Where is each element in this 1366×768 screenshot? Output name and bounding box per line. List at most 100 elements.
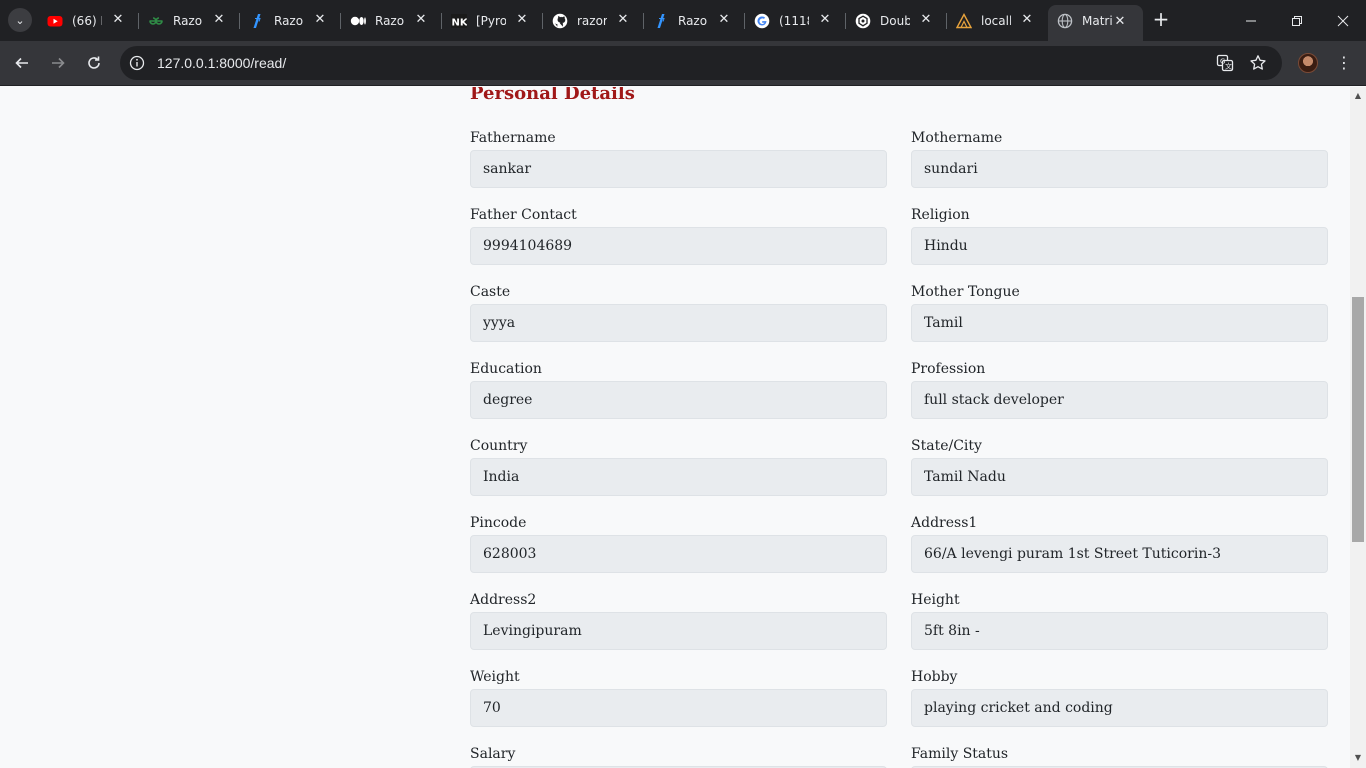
restore-button[interactable] <box>1274 0 1320 41</box>
reload-button[interactable] <box>80 49 108 77</box>
browser-tab[interactable]: Razor ✕ <box>341 5 442 36</box>
field-input[interactable] <box>911 612 1328 650</box>
url-text[interactable]: 127.0.0.1:8000/read/ <box>157 55 286 71</box>
field-label: Father Contact <box>470 207 577 223</box>
youtube-icon <box>47 13 63 29</box>
browser-tab[interactable]: razorp ✕ <box>543 5 644 36</box>
tab-close-icon[interactable]: ✕ <box>414 13 428 27</box>
form-field: Pincode <box>470 513 887 573</box>
scroll-up-arrow-icon[interactable]: ▲ <box>1350 89 1366 103</box>
tab-title: Razor <box>173 13 203 28</box>
form-field: Hobby <box>911 667 1328 727</box>
field-input[interactable] <box>470 381 887 419</box>
field-label: Country <box>470 438 528 454</box>
form-field: Mothername <box>911 128 1328 188</box>
form-field: Address1 <box>911 513 1328 573</box>
field-input[interactable] <box>911 381 1328 419</box>
field-input[interactable] <box>470 227 887 265</box>
field-input[interactable] <box>911 304 1328 342</box>
form-field: Height <box>911 590 1328 650</box>
forward-button[interactable] <box>44 49 72 77</box>
form-field: Country <box>470 436 887 496</box>
form-field: Religion <box>911 205 1328 265</box>
browser-tab[interactable]: Razor ✕ <box>240 5 341 36</box>
browser-tab[interactable]: Razor ✕ <box>644 5 745 36</box>
field-input[interactable] <box>911 689 1328 727</box>
tab-title: [Pyro] <box>476 13 506 28</box>
tab-search-chevron-icon[interactable]: ⌄ <box>8 8 32 32</box>
browser-tab[interactable]: Doub ✕ <box>846 5 947 36</box>
field-label: Caste <box>470 284 511 300</box>
tab-title: Razor <box>274 13 304 28</box>
site-info-icon[interactable] <box>129 55 145 71</box>
page-viewport: Personal Details Fathername Mothername Fat… <box>0 87 1350 768</box>
tab-close-icon[interactable]: ✕ <box>616 13 630 27</box>
field-label: Education <box>470 361 542 377</box>
field-label: Mothername <box>911 130 1003 146</box>
tab-title: locall <box>981 13 1011 28</box>
scrollbar-thumb[interactable] <box>1352 296 1364 542</box>
field-input[interactable] <box>470 689 887 727</box>
tab-title: Matri <box>1082 13 1112 28</box>
field-label: Address2 <box>470 592 537 608</box>
back-button[interactable] <box>8 49 36 77</box>
browser-tab[interactable]: (1118 ✕ <box>745 5 846 36</box>
field-label: Profession <box>911 361 986 377</box>
tab-strip: ⌄ (66) D✕Razor✕Razor✕Razor✕NK[Pyro]✕razo… <box>0 0 1366 41</box>
new-tab-button[interactable]: + <box>1150 9 1172 31</box>
field-input[interactable] <box>470 458 887 496</box>
field-input[interactable] <box>470 150 887 188</box>
browser-tab[interactable]: Matri ✕ <box>1048 5 1143 41</box>
browser-tab[interactable]: (66) D ✕ <box>38 5 139 36</box>
tab-close-icon[interactable]: ✕ <box>717 13 731 27</box>
close-window-button[interactable] <box>1320 0 1366 41</box>
browser-menu-icon[interactable]: ⋮ <box>1336 53 1352 73</box>
tab-close-icon[interactable]: ✕ <box>313 13 327 27</box>
minimize-button[interactable] <box>1228 0 1274 41</box>
tab-title: Razor <box>678 13 708 28</box>
field-input[interactable] <box>911 227 1328 265</box>
form-field: Father Contact <box>470 205 887 265</box>
page-scrollbar[interactable]: ▲ ▼ <box>1350 87 1366 768</box>
field-label: Family Status <box>911 746 1009 762</box>
reload-icon <box>88 56 100 69</box>
arrow-left-icon <box>15 57 28 69</box>
razorpay-icon <box>653 13 669 29</box>
tab-close-icon[interactable]: ✕ <box>818 13 832 27</box>
browser-tab[interactable]: NK [Pyro] ✕ <box>442 5 543 36</box>
field-input[interactable] <box>470 304 887 342</box>
nk-icon: NK <box>451 13 467 29</box>
translate-icon[interactable]: G文 <box>1216 54 1234 72</box>
tab-close-icon[interactable]: ✕ <box>1020 13 1034 27</box>
field-label: Weight <box>470 669 520 685</box>
address-bar[interactable]: 127.0.0.1:8000/read/ G文 <box>120 46 1282 80</box>
form-field: Salary <box>470 744 887 768</box>
tab-close-icon[interactable]: ✕ <box>1113 15 1127 29</box>
browser-tab[interactable]: locall ✕ <box>947 5 1048 36</box>
svg-text:NK: NK <box>452 17 468 28</box>
form-field: Profession <box>911 359 1328 419</box>
tab-close-icon[interactable]: ✕ <box>919 13 933 27</box>
tab-close-icon[interactable]: ✕ <box>515 13 529 27</box>
profile-avatar[interactable] <box>1298 53 1318 73</box>
tab-title: (66) D <box>72 13 102 28</box>
field-label: Salary <box>470 746 516 762</box>
field-label: Fathername <box>470 130 556 146</box>
openai-icon <box>855 13 871 29</box>
tab-close-icon[interactable]: ✕ <box>212 13 226 27</box>
browser-tab[interactable]: Razor ✕ <box>139 5 240 36</box>
field-label: Address1 <box>911 515 978 531</box>
form-field: Caste <box>470 282 887 342</box>
bookmark-star-icon[interactable] <box>1249 54 1267 72</box>
field-input[interactable] <box>470 535 887 573</box>
browser-toolbar: 127.0.0.1:8000/read/ G文 ⋮ <box>0 41 1366 86</box>
field-input[interactable] <box>911 535 1328 573</box>
form-field: Weight <box>470 667 887 727</box>
tab-close-icon[interactable]: ✕ <box>111 13 125 27</box>
field-input[interactable] <box>470 612 887 650</box>
field-label: Pincode <box>470 515 527 531</box>
razorpay-icon <box>249 13 265 29</box>
scroll-down-arrow-icon[interactable]: ▼ <box>1350 751 1366 765</box>
field-input[interactable] <box>911 150 1328 188</box>
field-input[interactable] <box>911 458 1328 496</box>
